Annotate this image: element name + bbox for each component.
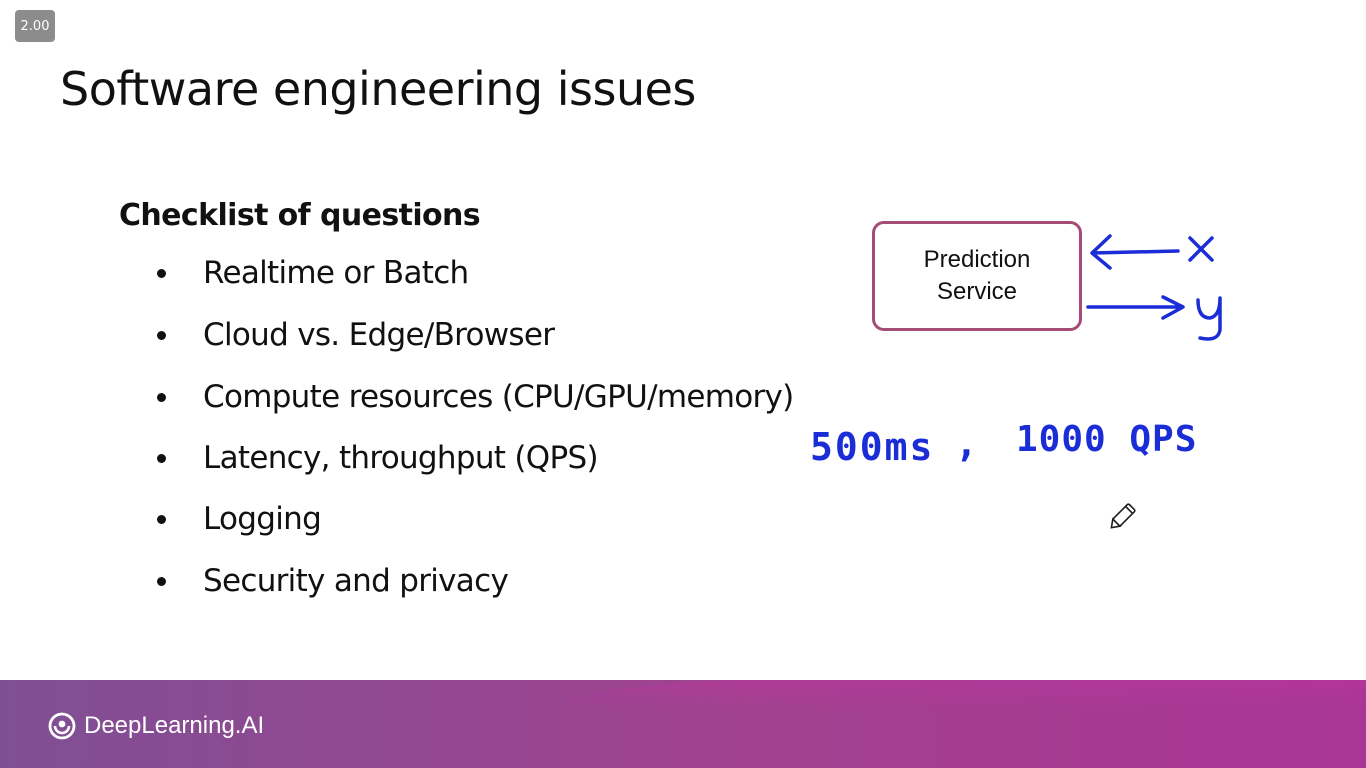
bullet-dot [157,576,166,586]
input-x-mark [1188,236,1214,262]
footer-accent [560,680,1366,708]
bullet-item-logging: Logging [157,499,322,539]
prediction-service-label: Prediction Service [923,245,1031,305]
bullet-item-security: Security and privacy [157,561,509,601]
bullet-dot [157,268,166,278]
brand-name: DeepLearning.AI [84,712,265,739]
input-arrow [1090,234,1180,270]
bullet-text: Logging [203,501,322,537]
brand-logo: DeepLearning.AI [48,709,264,743]
bullet-item-latency: Latency, throughput (QPS) [157,438,599,478]
output-arrow [1086,295,1185,320]
bullet-text: Compute resources (CPU/GPU/memory) [203,379,794,415]
throughput-note: 1000 QPS [1016,419,1197,460]
bullet-dot [157,330,166,340]
bullet-dot [157,514,166,524]
bullet-text: Security and privacy [203,563,509,599]
output-y-mark [1196,296,1222,341]
bullet-dot [157,392,166,402]
annotation-separator: , [955,421,978,465]
bullet-item-realtime: Realtime or Batch [157,253,469,293]
checklist-bullets: Realtime or Batch Cloud vs. Edge/Browser… [0,0,860,640]
bullet-dot [157,453,166,463]
deeplearning-logo-icon [48,712,76,740]
bullet-text: Latency, throughput (QPS) [203,440,599,476]
bullet-item-compute: Compute resources (CPU/GPU/memory) [157,377,794,417]
bullet-text: Realtime or Batch [203,255,469,291]
pencil-icon [1110,503,1136,529]
bullet-text: Cloud vs. Edge/Browser [203,317,555,353]
prediction-service-box: Prediction Service [872,221,1082,331]
bullet-item-cloud: Cloud vs. Edge/Browser [157,315,555,355]
